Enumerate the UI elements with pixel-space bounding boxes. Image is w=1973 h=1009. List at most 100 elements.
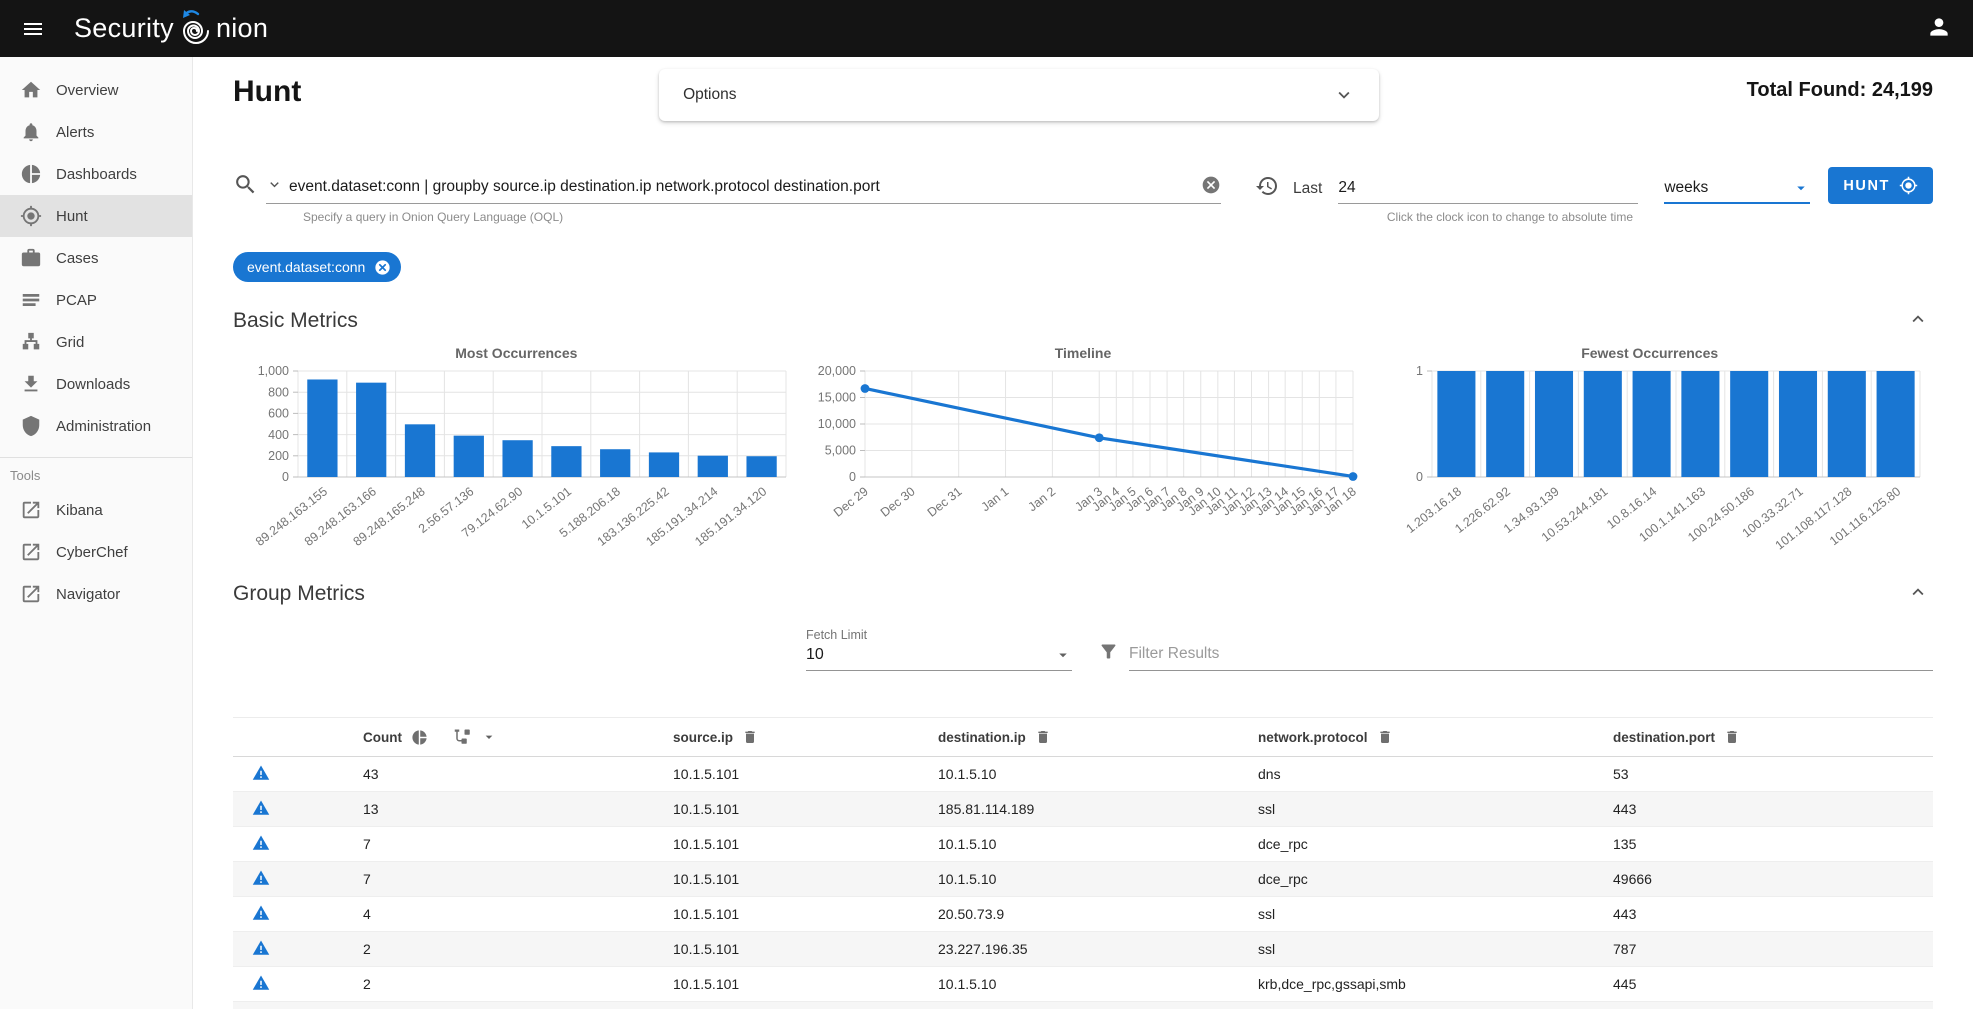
- group-metrics-collapse-icon[interactable]: [1907, 581, 1929, 606]
- caret-down-icon[interactable]: [481, 729, 497, 745]
- sidebar-item-cases[interactable]: Cases: [0, 237, 192, 279]
- cell-count[interactable]: 43: [343, 757, 653, 792]
- sidebar-item-overview[interactable]: Overview: [0, 69, 192, 111]
- row-alert-triangle-icon[interactable]: [251, 974, 271, 992]
- sidebar-item-pcap[interactable]: PCAP: [0, 279, 192, 321]
- hunt-button[interactable]: HUNT: [1828, 167, 1933, 204]
- cell-source-ip[interactable]: 10.1.5.101: [653, 827, 918, 862]
- query-history-caret-icon[interactable]: [266, 176, 283, 198]
- cell-destination-ip[interactable]: 10.1.5.10: [918, 827, 1238, 862]
- cell-count[interactable]: 2: [343, 967, 653, 1002]
- cell-destination-ip[interactable]: 10.1.5.10: [918, 757, 1238, 792]
- cell-count[interactable]: 7: [343, 827, 653, 862]
- group-metrics-table: Count: [233, 717, 1933, 1009]
- cell-count[interactable]: 2: [343, 932, 653, 967]
- cell-destination-ip[interactable]: 20.50.73.9: [918, 897, 1238, 932]
- row-actions-cell: [233, 967, 343, 1002]
- cell-destination-port[interactable]: 445: [1593, 1002, 1933, 1009]
- timeline-plot[interactable]: 05,00010,00015,00020,000Dec 29Dec 30Dec …: [803, 363, 1363, 555]
- chip-close-icon[interactable]: [373, 258, 392, 277]
- sidebar-item-grid[interactable]: Grid: [0, 321, 192, 363]
- row-alert-triangle-icon[interactable]: [251, 764, 271, 782]
- filter-chip[interactable]: event.dataset:conn: [233, 252, 401, 282]
- remove-field-trash-icon[interactable]: [742, 729, 758, 745]
- cell-destination-ip[interactable]: 23.227.196.35: [918, 932, 1238, 967]
- cell-source-ip[interactable]: 10.1.5.101: [653, 897, 918, 932]
- table-row: 210.1.5.10110.1.5.10krb,gssapi,smb445: [233, 1002, 1933, 1009]
- sidebar-item-downloads[interactable]: Downloads: [0, 363, 192, 405]
- clear-query-icon[interactable]: [1201, 175, 1221, 198]
- crosshair-icon: [1899, 176, 1918, 195]
- groupby-chart-type-icon[interactable]: [454, 728, 472, 746]
- cell-network-protocol[interactable]: ssl: [1238, 792, 1593, 827]
- user-account-icon[interactable]: [1923, 13, 1955, 45]
- sidebar-item-label: Overview: [56, 82, 119, 99]
- cell-destination-ip[interactable]: 185.81.114.189: [918, 792, 1238, 827]
- cell-network-protocol[interactable]: ssl: [1238, 932, 1593, 967]
- sidebar-item-dashboards[interactable]: Dashboards: [0, 153, 192, 195]
- cell-source-ip[interactable]: 10.1.5.101: [653, 1002, 918, 1009]
- cell-count[interactable]: 2: [343, 1002, 653, 1009]
- cell-source-ip[interactable]: 10.1.5.101: [653, 757, 918, 792]
- home-icon: [20, 79, 42, 101]
- remove-field-trash-icon[interactable]: [1377, 729, 1393, 745]
- cell-network-protocol[interactable]: dce_rpc: [1238, 862, 1593, 897]
- remove-field-trash-icon[interactable]: [1035, 729, 1051, 745]
- cell-destination-ip[interactable]: 10.1.5.10: [918, 967, 1238, 1002]
- fewest-occurrences-plot[interactable]: 011.203.16.181.226.62.921.34.93.13910.53…: [1370, 363, 1930, 555]
- remove-field-trash-icon[interactable]: [1724, 729, 1740, 745]
- time-unit-select[interactable]: weeks: [1664, 179, 1810, 204]
- svg-text:20,000: 20,000: [818, 364, 856, 378]
- cell-source-ip[interactable]: 10.1.5.101: [653, 862, 918, 897]
- count-column-label: Count: [363, 730, 402, 745]
- row-alert-triangle-icon[interactable]: [251, 834, 271, 852]
- sidebar-item-hunt[interactable]: Hunt: [0, 195, 192, 237]
- cell-network-protocol[interactable]: krb,dce_rpc,gssapi,smb: [1238, 967, 1593, 1002]
- cell-destination-port[interactable]: 49666: [1593, 862, 1933, 897]
- fetch-limit-select[interactable]: Fetch Limit 10: [806, 628, 1072, 671]
- cell-destination-port[interactable]: 445: [1593, 967, 1933, 1002]
- cell-source-ip[interactable]: 10.1.5.101: [653, 932, 918, 967]
- cell-destination-ip[interactable]: 10.1.5.10: [918, 1002, 1238, 1009]
- filter-funnel-icon: [1098, 641, 1119, 667]
- relative-time-clock-icon[interactable]: [1255, 174, 1279, 201]
- cell-destination-port[interactable]: 53: [1593, 757, 1933, 792]
- cell-destination-port[interactable]: 443: [1593, 792, 1933, 827]
- cell-source-ip[interactable]: 10.1.5.101: [653, 792, 918, 827]
- cell-network-protocol[interactable]: dns: [1238, 757, 1593, 792]
- row-alert-triangle-icon[interactable]: [251, 939, 271, 957]
- row-alert-triangle-icon[interactable]: [251, 869, 271, 887]
- time-value-input[interactable]: [1338, 179, 1638, 204]
- row-alert-triangle-icon[interactable]: [251, 904, 271, 922]
- query-input[interactable]: [289, 178, 1193, 196]
- sidebar-item-navigator[interactable]: Navigator: [0, 573, 192, 615]
- cell-count[interactable]: 7: [343, 862, 653, 897]
- row-alert-triangle-icon[interactable]: [251, 799, 271, 817]
- row-actions-cell: [233, 862, 343, 897]
- cell-source-ip[interactable]: 10.1.5.101: [653, 967, 918, 1002]
- sidebar-item-kibana[interactable]: Kibana: [0, 489, 192, 531]
- svg-text:0: 0: [849, 470, 856, 484]
- filter-results-input[interactable]: [1129, 645, 1933, 671]
- pie-chart-toggle-icon[interactable]: [411, 729, 428, 746]
- table-row: 410.1.5.10120.50.73.9ssl443: [233, 897, 1933, 932]
- chart-title: Fewest Occurrences: [1581, 345, 1718, 361]
- sidebar-item-administration[interactable]: Administration: [0, 405, 192, 447]
- cell-network-protocol[interactable]: dce_rpc: [1238, 827, 1593, 862]
- basic-metrics-collapse-icon[interactable]: [1907, 308, 1929, 333]
- options-expander[interactable]: Options: [659, 69, 1379, 121]
- cell-destination-ip[interactable]: 10.1.5.10: [918, 862, 1238, 897]
- cell-count[interactable]: 4: [343, 897, 653, 932]
- most-occurrences-plot[interactable]: 02004006008001,00089.248.163.15589.248.1…: [236, 363, 796, 555]
- sidebar-item-alerts[interactable]: Alerts: [0, 111, 192, 153]
- options-label: Options: [683, 86, 736, 104]
- cell-destination-port[interactable]: 135: [1593, 827, 1933, 862]
- sidebar-item-cyberchef[interactable]: CyberChef: [0, 531, 192, 573]
- cell-destination-port[interactable]: 443: [1593, 897, 1933, 932]
- cell-destination-port[interactable]: 787: [1593, 932, 1933, 967]
- hamburger-menu-icon[interactable]: [18, 14, 48, 44]
- cell-network-protocol[interactable]: krb,gssapi,smb: [1238, 1002, 1593, 1009]
- cell-count[interactable]: 13: [343, 792, 653, 827]
- cell-network-protocol[interactable]: ssl: [1238, 897, 1593, 932]
- brand-text-prefix: Security: [74, 13, 174, 44]
